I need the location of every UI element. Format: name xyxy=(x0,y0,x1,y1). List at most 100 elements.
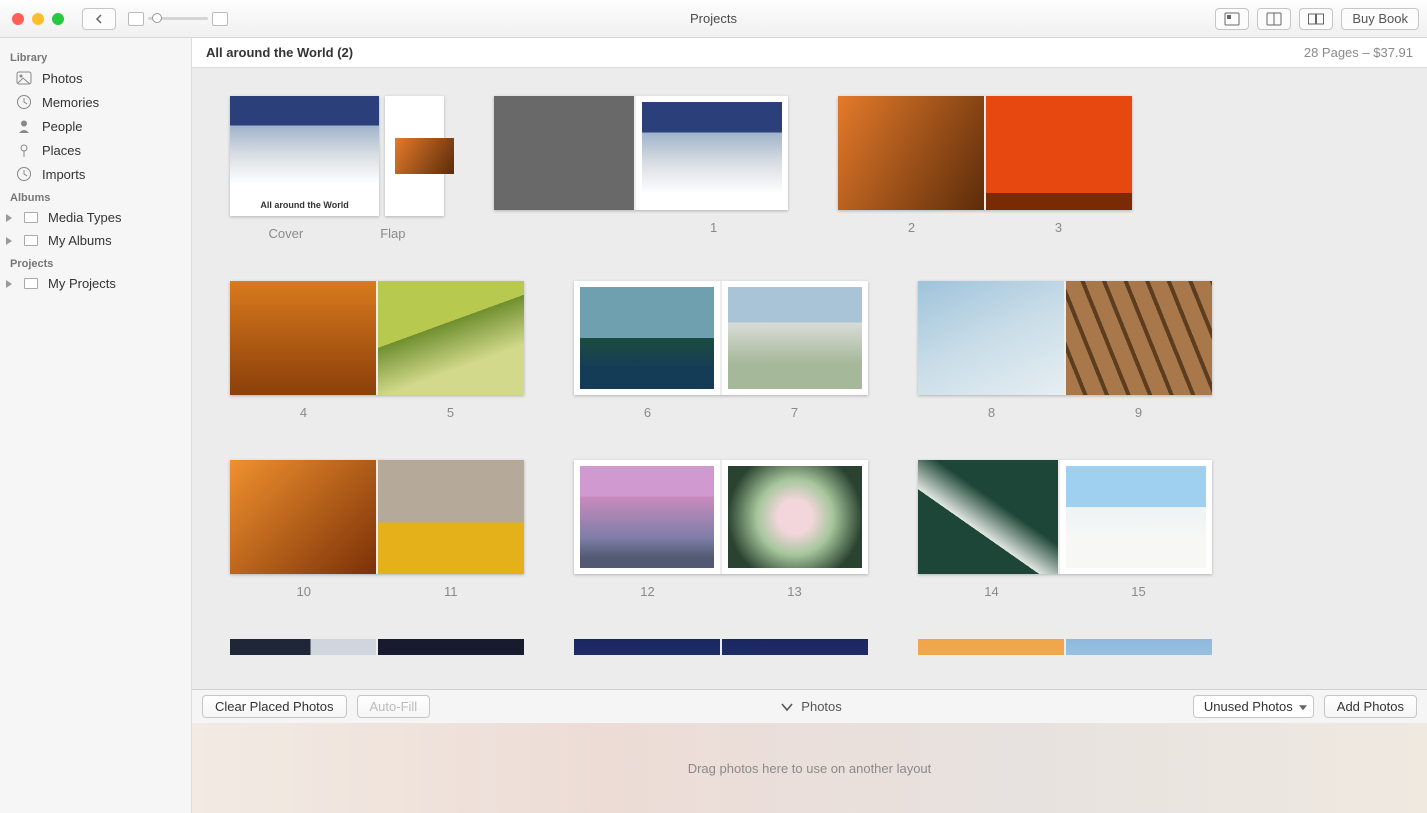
page-photo xyxy=(1066,639,1212,655)
album-icon xyxy=(24,212,38,223)
people-icon xyxy=(16,118,32,134)
spread-cover: All around the World Cover Flap xyxy=(230,96,444,241)
page-photo xyxy=(838,96,984,210)
sidebar-item-people[interactable]: People xyxy=(0,114,191,138)
page-3[interactable] xyxy=(986,96,1132,210)
cover-page[interactable]: All around the World xyxy=(230,96,379,216)
sidebar-item-my-albums[interactable]: My Albums xyxy=(0,229,191,252)
page-19[interactable] xyxy=(722,639,868,655)
buy-book-button[interactable]: Buy Book xyxy=(1341,8,1419,30)
disclosure-triangle-icon[interactable] xyxy=(6,237,12,245)
page-11[interactable] xyxy=(378,460,524,574)
spread-6-7: 6 7 xyxy=(574,281,868,420)
spread-view-button[interactable] xyxy=(1299,8,1333,30)
spread-2-3: 2 3 xyxy=(838,96,1132,241)
page-photo xyxy=(722,639,868,655)
add-photos-button[interactable]: Add Photos xyxy=(1324,695,1417,718)
auto-fill-button[interactable]: Auto-Fill xyxy=(357,695,431,718)
page-15[interactable] xyxy=(1060,460,1212,574)
page-5[interactable] xyxy=(378,281,524,395)
page-photo xyxy=(642,102,782,204)
page-label: 15 xyxy=(1131,584,1145,599)
page-9[interactable] xyxy=(1066,281,1212,395)
page-4[interactable] xyxy=(230,281,376,395)
sidebar-label: Places xyxy=(42,143,81,158)
page-20[interactable] xyxy=(918,639,1064,655)
page-2[interactable] xyxy=(838,96,984,210)
photos-tray-toggle[interactable]: Photos xyxy=(440,699,1183,714)
page-1[interactable] xyxy=(636,96,788,210)
page-photo xyxy=(1066,281,1212,395)
sidebar-item-memories[interactable]: Memories xyxy=(0,90,191,114)
page-grid-scroll[interactable]: All around the World Cover Flap xyxy=(192,68,1427,689)
page-photo xyxy=(378,639,524,655)
unused-photos-select[interactable]: Unused Photos xyxy=(1193,695,1314,718)
sidebar-item-my-projects[interactable]: My Projects xyxy=(0,272,191,295)
project-title: All around the World (2) xyxy=(206,45,353,60)
blank-page[interactable] xyxy=(494,96,634,210)
page-21[interactable] xyxy=(1066,639,1212,655)
flap-page[interactable] xyxy=(385,96,444,216)
clear-placed-photos-button[interactable]: Clear Placed Photos xyxy=(202,695,347,718)
spread-10-11: 10 11 xyxy=(230,460,524,599)
page-photo xyxy=(230,281,376,395)
sidebar-item-imports[interactable]: Imports xyxy=(0,162,191,186)
page-photo xyxy=(728,466,862,568)
disclosure-triangle-icon[interactable] xyxy=(6,280,12,288)
spread-16-17 xyxy=(230,639,524,655)
page-photo xyxy=(918,460,1058,574)
page-label: 3 xyxy=(1055,220,1062,235)
photos-tray-label: Photos xyxy=(801,699,841,714)
sidebar-label: Media Types xyxy=(48,210,121,225)
imports-icon xyxy=(16,166,32,182)
disclosure-triangle-icon[interactable] xyxy=(6,214,12,222)
memories-icon xyxy=(16,94,32,110)
page-18[interactable] xyxy=(574,639,720,655)
page-photo xyxy=(986,96,1132,210)
sidebar-item-photos[interactable]: Photos xyxy=(0,66,191,90)
sidebar-item-media-types[interactable]: Media Types xyxy=(0,206,191,229)
page-13[interactable] xyxy=(722,460,868,574)
page-14[interactable] xyxy=(918,460,1058,574)
page-photo xyxy=(580,466,714,568)
page-16[interactable] xyxy=(230,639,376,655)
page-label: 11 xyxy=(444,584,458,599)
spread-18-19 xyxy=(574,639,868,655)
places-icon xyxy=(16,142,32,158)
page-view-button[interactable] xyxy=(1257,8,1291,30)
page-17[interactable] xyxy=(378,639,524,655)
page-label: 2 xyxy=(908,220,915,235)
layout-options-button[interactable] xyxy=(1215,8,1249,30)
photos-tray[interactable]: Drag photos here to use on another layou… xyxy=(192,723,1427,813)
spread-4-5: 4 5 xyxy=(230,281,524,420)
page-label: Cover xyxy=(269,226,304,241)
sidebar-section-library: Library xyxy=(0,46,191,66)
page-label: 14 xyxy=(984,584,998,599)
page-photo xyxy=(728,287,862,389)
page-photo xyxy=(918,281,1064,395)
page-photo xyxy=(918,639,1064,655)
page-photo xyxy=(1066,466,1206,568)
page-7[interactable] xyxy=(722,281,868,395)
sidebar-label: Photos xyxy=(42,71,82,86)
page-photo xyxy=(378,460,524,574)
sidebar-label: My Projects xyxy=(48,276,116,291)
page-6[interactable] xyxy=(574,281,720,395)
page-12[interactable] xyxy=(574,460,720,574)
page-8[interactable] xyxy=(918,281,1064,395)
flap-photo xyxy=(395,138,454,174)
sidebar-label: People xyxy=(42,119,82,134)
page-label: 9 xyxy=(1135,405,1142,420)
page-label: 10 xyxy=(297,584,311,599)
project-icon xyxy=(24,278,38,289)
page-label: 13 xyxy=(787,584,801,599)
album-icon xyxy=(24,235,38,246)
sidebar-label: Imports xyxy=(42,167,85,182)
spread-12-13: 12 13 xyxy=(574,460,868,599)
sidebar-item-places[interactable]: Places xyxy=(0,138,191,162)
project-pages-price: 28 Pages – $37.91 xyxy=(1304,45,1413,60)
page-10[interactable] xyxy=(230,460,376,574)
page-photo xyxy=(230,460,376,574)
sidebar: Library Photos Memories People Places Im… xyxy=(0,38,192,813)
page-label: 1 xyxy=(710,220,717,235)
